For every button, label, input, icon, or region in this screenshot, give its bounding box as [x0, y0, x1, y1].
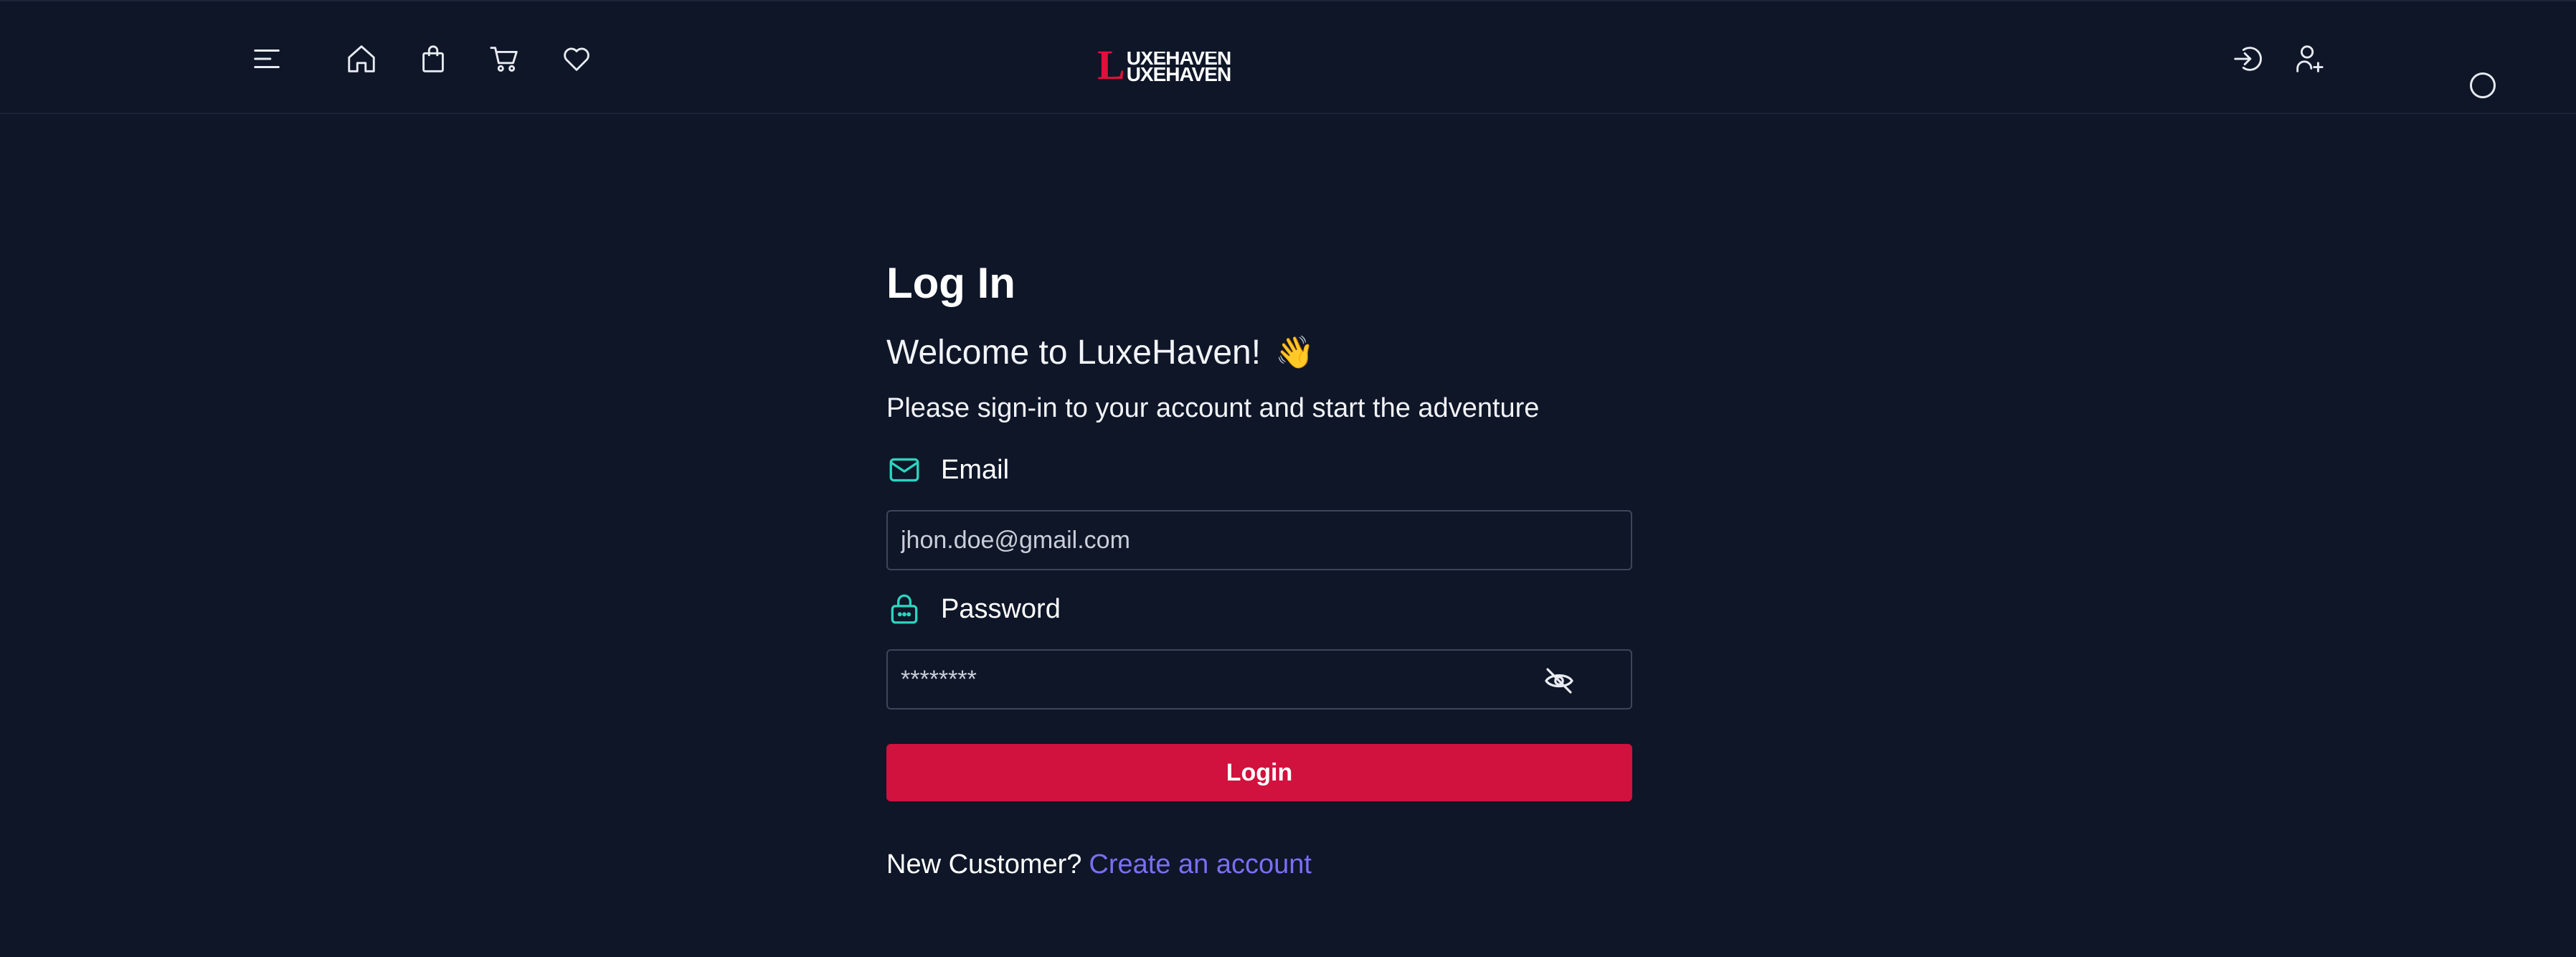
- welcome-heading: Welcome to LuxeHaven! 👋: [886, 331, 1315, 374]
- password-input[interactable]: [899, 664, 1533, 694]
- heart-icon[interactable]: [559, 41, 595, 77]
- logo-letter: L: [1097, 42, 1125, 88]
- add-user-icon[interactable]: [2291, 41, 2326, 77]
- password-label: Password: [886, 591, 1061, 627]
- shopping-bag-icon[interactable]: [415, 41, 451, 77]
- login-button[interactable]: Login: [886, 744, 1632, 801]
- password-label-text: Password: [941, 593, 1061, 624]
- email-input[interactable]: [899, 525, 1533, 555]
- signup-prompt: New Customer? Create an account: [886, 849, 1312, 880]
- mail-icon: [889, 458, 919, 482]
- top-navbar: L UXEHAVEN UXEHAVEN: [0, 0, 2576, 114]
- new-customer-text: New Customer?: [886, 849, 1082, 880]
- home-icon[interactable]: [344, 41, 379, 77]
- login-icon[interactable]: [2230, 41, 2265, 77]
- cart-icon[interactable]: [487, 41, 523, 77]
- menu-icon[interactable]: [250, 41, 285, 77]
- email-label: Email: [886, 452, 1009, 488]
- logo-bottom-text: UXEHAVEN: [1126, 63, 1232, 85]
- email-label-text: Email: [941, 454, 1010, 485]
- password-field[interactable]: [886, 649, 1632, 710]
- lock-icon: [891, 594, 918, 624]
- subtitle: Please sign-in to your account and start…: [886, 393, 1540, 423]
- create-account-link[interactable]: Create an account: [1089, 849, 1312, 880]
- brand-logo[interactable]: L UXEHAVEN UXEHAVEN: [1097, 40, 1232, 88]
- wave-emoji: 👋: [1275, 335, 1315, 370]
- page-title: Log In: [886, 259, 1015, 307]
- cursor-indicator: [2470, 72, 2496, 98]
- eye-off-icon[interactable]: [1542, 664, 1576, 698]
- logo-wordmark: UXEHAVEN UXEHAVEN: [1126, 52, 1232, 85]
- welcome-text: Welcome to LuxeHaven!: [886, 334, 1261, 372]
- email-field[interactable]: [886, 510, 1632, 570]
